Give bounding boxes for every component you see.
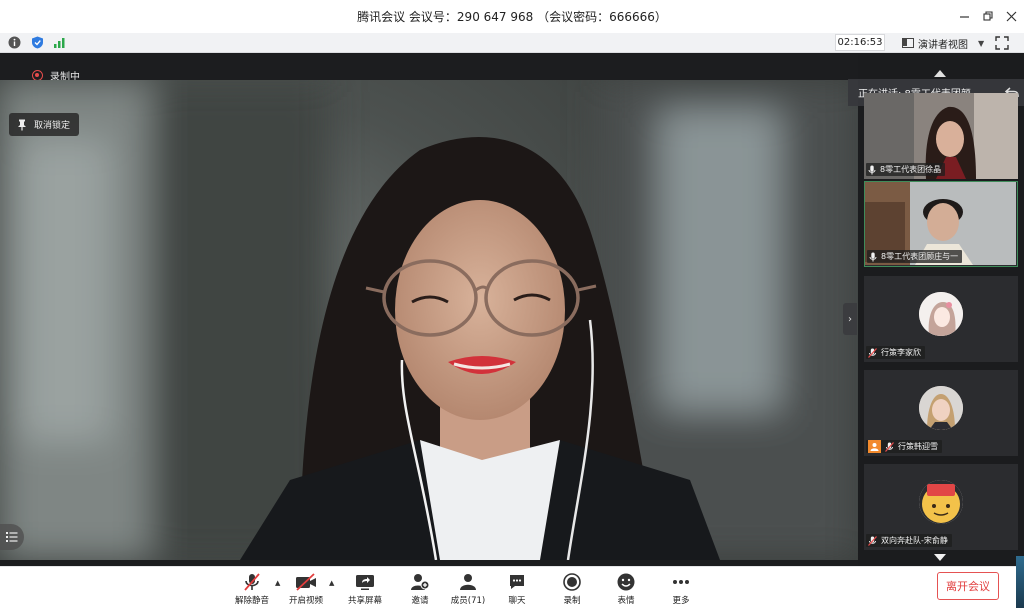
microphone-muted-icon bbox=[868, 347, 877, 358]
signal-strength-icon[interactable] bbox=[53, 36, 66, 49]
minimize-icon bbox=[959, 15, 969, 18]
record-label: 录制 bbox=[563, 596, 581, 606]
participant-name: 8零工代表团徐晶 bbox=[880, 165, 942, 174]
more-button[interactable]: 更多 bbox=[654, 573, 708, 607]
meeting-timer: 02:16:53 bbox=[835, 34, 885, 51]
microphone-icon bbox=[868, 165, 876, 174]
collapse-sidebar-button[interactable]: › bbox=[843, 303, 857, 335]
record-button[interactable]: 录制 bbox=[545, 573, 599, 607]
participant-name-tag: 8零工代表团徐晶 bbox=[866, 163, 946, 176]
view-mode-dropdown[interactable]: 演讲者视图 ▼ bbox=[902, 34, 984, 52]
avatar bbox=[919, 292, 963, 336]
restore-icon bbox=[982, 10, 993, 21]
participant-tile[interactable]: 8零工代表团徐晶 bbox=[864, 93, 1018, 179]
microphone-muted-icon bbox=[244, 573, 260, 591]
unpin-label: 取消锁定 bbox=[34, 121, 71, 131]
reactions-button[interactable]: 表情 bbox=[599, 573, 653, 607]
view-mode-label: 演讲者视图 bbox=[918, 39, 968, 51]
share-screen-icon bbox=[356, 575, 374, 590]
start-video-button[interactable]: 开启视频 bbox=[279, 573, 333, 607]
invite-label: 邀请 bbox=[411, 596, 429, 606]
avatar-image bbox=[919, 292, 963, 336]
chevron-down-icon: ▼ bbox=[978, 38, 985, 48]
fullscreen-icon[interactable] bbox=[995, 36, 1009, 50]
restore-button[interactable] bbox=[977, 6, 999, 26]
microphone-muted-icon bbox=[868, 535, 877, 546]
list-icon bbox=[6, 532, 18, 542]
members-icon bbox=[460, 574, 476, 590]
reactions-label: 表情 bbox=[617, 596, 635, 606]
participant-name: 行策韩迎雪 bbox=[898, 442, 938, 451]
participant-name-tag: 行策李家欣 bbox=[866, 346, 925, 359]
meeting-toolbar: 解除静音 ▲ 开启视频 ▲ 共享屏幕 邀请 成员(71) 聊天 录制 表情 更多 bbox=[0, 566, 1024, 608]
participant-tile[interactable]: 8零工代表团顾庄与一 bbox=[864, 181, 1018, 267]
chevron-right-icon: › bbox=[848, 313, 852, 325]
share-screen-label: 共享屏幕 bbox=[347, 596, 382, 606]
participant-name-tag: 行策韩迎雪 bbox=[866, 440, 942, 453]
scroll-up-icon[interactable] bbox=[934, 70, 946, 77]
close-button[interactable] bbox=[1000, 6, 1022, 26]
participant-name-tag: 8零工代表团顾庄与一 bbox=[867, 250, 963, 263]
chat-label: 聊天 bbox=[508, 596, 526, 606]
host-badge-icon bbox=[868, 440, 881, 453]
info-icon[interactable] bbox=[8, 36, 21, 49]
members-button[interactable]: 成员(71) bbox=[441, 573, 495, 607]
avatar bbox=[919, 480, 963, 524]
members-label: 成员(71) bbox=[450, 596, 486, 606]
participant-tile[interactable]: 双向奔赴队-宋俞静 bbox=[864, 464, 1018, 550]
window-title: 腾讯会议 会议号：290 647 968 （会议密码：666666） bbox=[357, 10, 667, 24]
unmute-label: 解除静音 bbox=[234, 596, 269, 606]
chat-icon bbox=[510, 575, 524, 589]
participant-name: 双向奔赴队-宋俞静 bbox=[881, 536, 948, 545]
avatar-image bbox=[919, 480, 963, 524]
video-options-caret-icon[interactable]: ▲ bbox=[329, 579, 334, 587]
microphone-icon bbox=[869, 252, 877, 261]
share-screen-button[interactable]: 共享屏幕 bbox=[338, 573, 392, 607]
close-icon bbox=[1006, 11, 1016, 21]
main-speaker-video[interactable] bbox=[0, 80, 858, 560]
smiley-icon bbox=[617, 573, 635, 591]
participant-name: 8零工代表团顾庄与一 bbox=[881, 252, 959, 261]
avatar-image bbox=[919, 386, 963, 430]
participant-tile[interactable]: 行策李家欣 bbox=[864, 276, 1018, 362]
camera-off-icon bbox=[296, 573, 316, 591]
chat-button[interactable]: 聊天 bbox=[490, 573, 544, 607]
add-user-icon bbox=[411, 574, 430, 590]
title-bar: 腾讯会议 会议号：290 647 968 （会议密码：666666） bbox=[0, 0, 1024, 33]
scroll-down-icon[interactable] bbox=[934, 554, 946, 561]
shield-icon[interactable] bbox=[31, 36, 44, 49]
more-icon bbox=[673, 580, 689, 584]
avatar bbox=[919, 386, 963, 430]
more-label: 更多 bbox=[672, 596, 690, 606]
speaker-view-icon bbox=[902, 38, 914, 48]
speaker-video-frame bbox=[0, 80, 858, 560]
start-video-label: 开启视频 bbox=[288, 596, 323, 606]
participant-name: 行策李家欣 bbox=[881, 348, 921, 357]
unmute-button[interactable]: 解除静音 bbox=[225, 573, 279, 607]
participant-name-tag: 双向奔赴队-宋俞静 bbox=[866, 534, 952, 547]
participant-tile[interactable]: 行策韩迎雪 bbox=[864, 370, 1018, 456]
desktop-edge-strip bbox=[1016, 556, 1024, 608]
minimize-button[interactable] bbox=[953, 6, 975, 26]
meeting-info-bar: 02:16:53 演讲者视图 ▼ bbox=[0, 33, 1024, 53]
microphone-muted-icon bbox=[885, 441, 894, 452]
pin-icon bbox=[18, 119, 26, 130]
invite-button[interactable]: 邀请 bbox=[393, 573, 447, 607]
unpin-button[interactable]: 取消锁定 bbox=[9, 113, 80, 136]
leave-meeting-button[interactable]: 离开会议 bbox=[937, 572, 999, 600]
record-icon bbox=[563, 573, 581, 591]
